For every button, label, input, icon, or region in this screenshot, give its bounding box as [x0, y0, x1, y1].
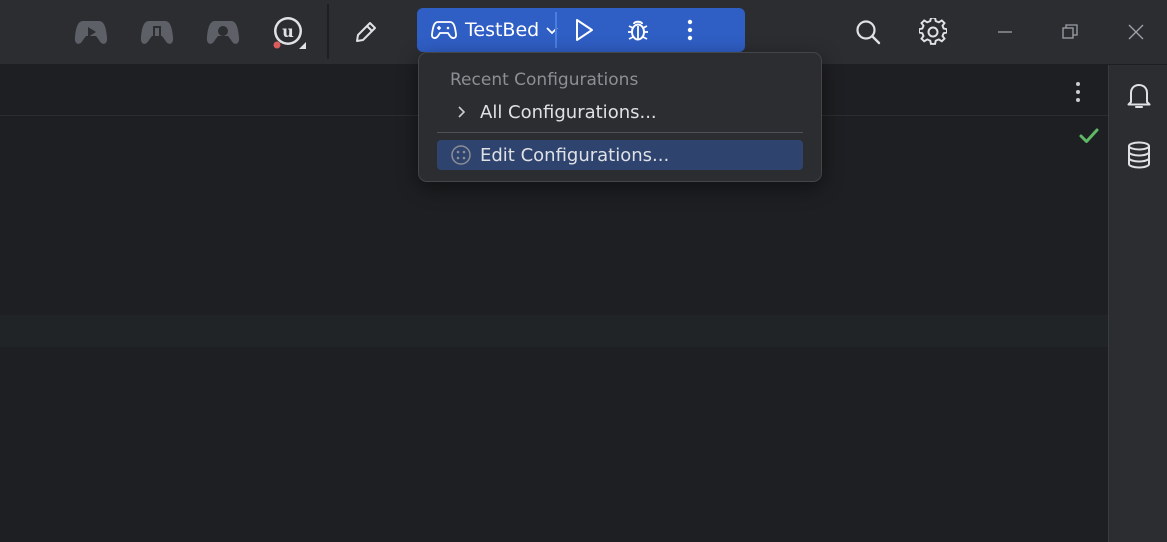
- popup-item-label: Edit Configurations...: [480, 144, 670, 166]
- gear-icon[interactable]: [913, 12, 953, 52]
- configuration-name: TestBed: [465, 19, 540, 41]
- toolbar-separator: [327, 4, 329, 59]
- run-more-button[interactable]: [665, 8, 715, 52]
- gamepad-build-icon[interactable]: [137, 12, 177, 52]
- run-configurations-popup: Recent Configurations All Configurations…: [418, 52, 822, 182]
- run-widget: TestBed: [417, 8, 745, 52]
- restore-icon[interactable]: [1050, 12, 1090, 52]
- unreal-engine-icon[interactable]: u: [268, 12, 308, 52]
- more-vertical-icon[interactable]: [1066, 78, 1090, 106]
- debug-button[interactable]: [611, 8, 665, 52]
- edit-configurations-item[interactable]: Edit Configurations...: [437, 140, 803, 170]
- database-icon[interactable]: [1121, 137, 1157, 173]
- run-configuration-selector[interactable]: TestBed: [417, 8, 558, 52]
- all-configurations-item[interactable]: All Configurations...: [437, 97, 803, 127]
- more-vertical-icon: [686, 18, 694, 42]
- popup-separator: [437, 132, 803, 133]
- right-tool-strip: [1108, 65, 1167, 542]
- close-icon[interactable]: [1116, 12, 1156, 52]
- ide-window: u TestBed Recent Configurations All Conf…: [0, 0, 1167, 542]
- run-button[interactable]: [557, 8, 611, 52]
- bell-icon[interactable]: [1121, 77, 1157, 113]
- settings-dots-icon: [449, 143, 473, 167]
- gamepad-icon: [431, 19, 457, 41]
- chevron-right-icon: [449, 100, 473, 124]
- current-line-highlight: [0, 315, 1108, 347]
- svg-text:u: u: [282, 22, 294, 41]
- checkmark-icon[interactable]: [1078, 125, 1100, 147]
- play-icon: [572, 17, 596, 43]
- popup-item-label: All Configurations...: [480, 101, 657, 123]
- pencil-icon[interactable]: [346, 12, 386, 52]
- gamepad-debug-icon[interactable]: [203, 12, 243, 52]
- gamepad-play-icon[interactable]: [71, 12, 111, 52]
- popup-heading: Recent Configurations: [450, 70, 639, 90]
- minimize-icon[interactable]: [985, 12, 1025, 52]
- search-icon[interactable]: [848, 12, 888, 52]
- bug-icon: [625, 17, 651, 43]
